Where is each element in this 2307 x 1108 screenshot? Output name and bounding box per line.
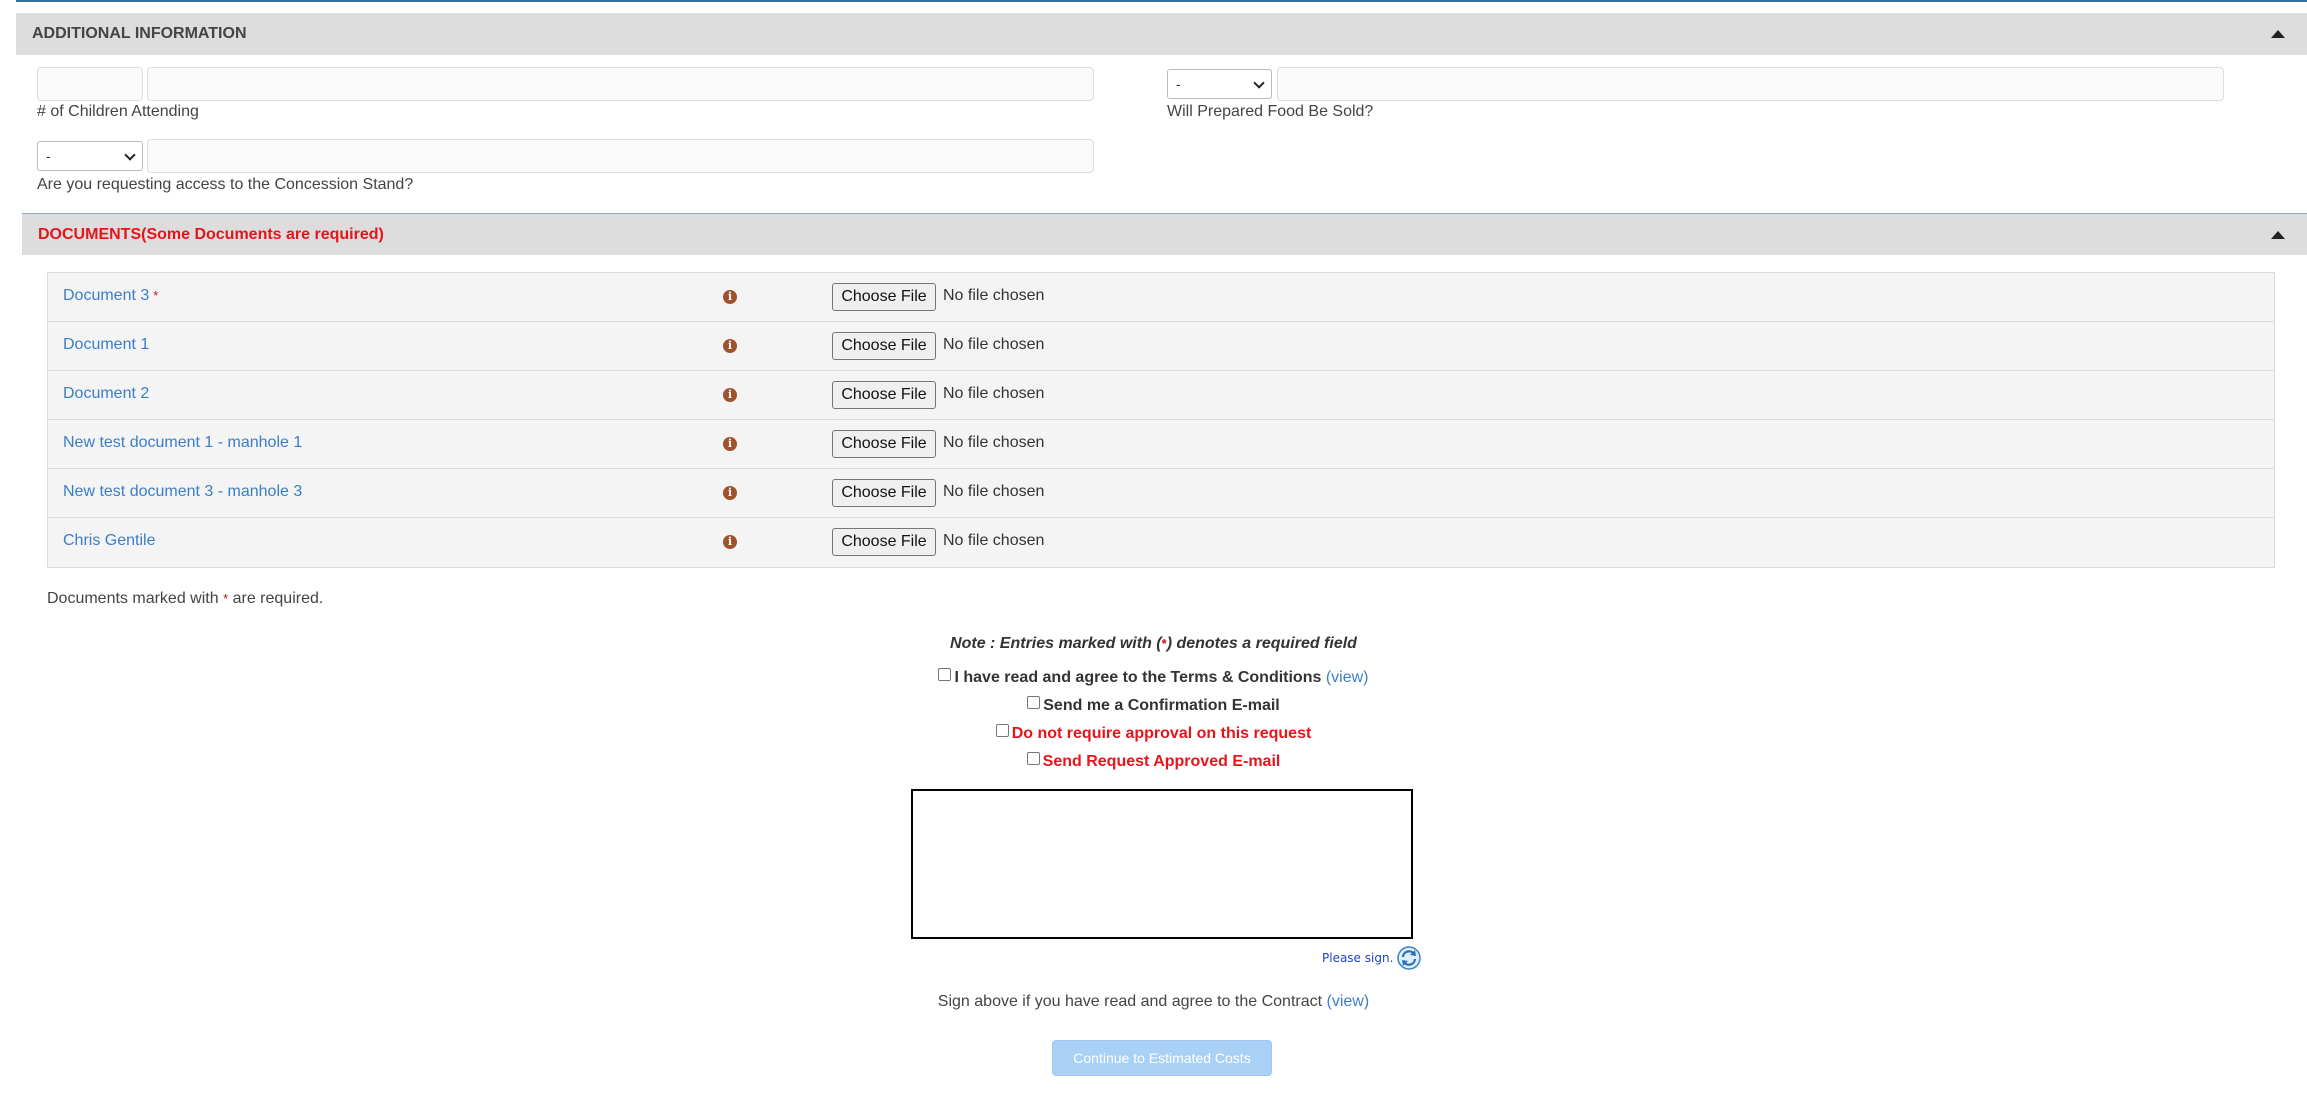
collapse-caret-icon[interactable] [2271, 30, 2285, 38]
file-status: No file chosen [943, 336, 1045, 353]
info-icon[interactable]: i [723, 486, 737, 500]
document-row: New test document 3 - manhole 3 i Choose… [48, 469, 2274, 518]
no-approval-row: Do not require approval on this request [0, 724, 2307, 743]
choose-file-button[interactable]: Choose File [832, 283, 936, 311]
info-icon[interactable]: i [723, 388, 737, 402]
document-row: Chris Gentile i Choose File No file chos… [48, 518, 2274, 567]
approved-email-row: Send Request Approved E-mail [0, 752, 2307, 771]
contract-view-link[interactable]: (view) [1327, 993, 1370, 1010]
documents-required-note: Documents marked with * are required. [47, 590, 324, 607]
collapse-caret-icon[interactable] [2271, 231, 2285, 239]
document-name[interactable]: New test document 3 - manhole 3 [63, 483, 302, 501]
prepared-food-label: Will Prepared Food Be Sold? [1167, 103, 1374, 120]
children-notes-input[interactable] [147, 67, 1094, 101]
terms-agree-label[interactable]: I have read and agree to the Terms & Con… [954, 669, 1321, 686]
no-approval-checkbox[interactable] [995, 724, 1009, 737]
chevron-down-icon [124, 149, 136, 161]
prepared-food-notes-input[interactable] [1277, 67, 2224, 101]
prepared-food-select[interactable]: - [1167, 69, 1272, 99]
children-count-input[interactable] [37, 67, 143, 101]
document-row: Document 3 * i Choose File No file chosen [48, 273, 2274, 322]
confirmation-email-checkbox[interactable] [1027, 696, 1041, 709]
document-name[interactable]: Document 2 [63, 385, 149, 403]
file-status: No file chosen [943, 287, 1045, 304]
info-icon[interactable]: i [723, 535, 737, 549]
document-name[interactable]: Document 3 * [63, 287, 158, 305]
concession-stand-value: - [46, 148, 51, 164]
concession-stand-select[interactable]: - [37, 141, 143, 171]
document-name[interactable]: Chris Gentile [63, 532, 155, 550]
concession-notes-input[interactable] [147, 139, 1094, 173]
documents-table: Document 3 * i Choose File No file chosen… [47, 272, 2275, 568]
choose-file-button[interactable]: Choose File [832, 479, 936, 507]
choose-file-button[interactable]: Choose File [832, 528, 936, 556]
documents-title: DOCUMENTS(Some Documents are required) [38, 225, 384, 243]
no-approval-label[interactable]: Do not require approval on this request [1012, 725, 1312, 742]
document-name[interactable]: Document 1 [63, 336, 149, 354]
choose-file-button[interactable]: Choose File [832, 381, 936, 409]
confirmation-email-label[interactable]: Send me a Confirmation E-mail [1043, 697, 1279, 714]
required-star-icon: * [153, 288, 159, 303]
info-icon[interactable]: i [723, 339, 737, 353]
choose-file-button[interactable]: Choose File [832, 430, 936, 458]
approved-email-label[interactable]: Send Request Approved E-mail [1043, 753, 1281, 770]
terms-agree-checkbox[interactable] [938, 668, 952, 681]
refresh-signature-icon[interactable] [1396, 945, 1422, 971]
prepared-food-value: - [1176, 76, 1181, 92]
additional-info-title: ADDITIONAL INFORMATION [32, 25, 247, 42]
document-row: New test document 1 - manhole 1 i Choose… [48, 420, 2274, 469]
sign-above-note: Sign above if you have read and agree to… [937, 993, 1370, 1010]
documents-header[interactable]: DOCUMENTS(Some Documents are required) [22, 213, 2307, 255]
required-star-icon: * [223, 591, 229, 606]
continue-to-estimated-costs-button[interactable]: Continue to Estimated Costs [1052, 1040, 1272, 1076]
concession-stand-label: Are you requesting access to the Concess… [37, 176, 414, 193]
file-status: No file chosen [943, 532, 1045, 549]
top-divider [16, 0, 2307, 2]
info-icon[interactable]: i [723, 437, 737, 451]
children-attending-label: # of Children Attending [37, 103, 199, 120]
please-sign-label: Please sign. [1322, 951, 1394, 965]
approved-email-checkbox[interactable] [1026, 752, 1040, 765]
file-status: No file chosen [943, 483, 1045, 500]
file-status: No file chosen [943, 385, 1045, 402]
document-name[interactable]: New test document 1 - manhole 1 [63, 434, 302, 452]
chevron-down-icon [1253, 77, 1265, 89]
document-row: Document 2 i Choose File No file chosen [48, 371, 2274, 420]
info-icon[interactable]: i [723, 290, 737, 304]
file-status: No file chosen [943, 434, 1045, 451]
choose-file-button[interactable]: Choose File [832, 332, 936, 360]
confirmation-email-row: Send me a Confirmation E-mail [0, 696, 2307, 715]
document-row: Document 1 i Choose File No file chosen [48, 322, 2274, 371]
additional-info-header[interactable]: ADDITIONAL INFORMATION [16, 13, 2307, 55]
terms-view-link[interactable]: (view) [1326, 669, 1369, 686]
signature-pad[interactable] [911, 789, 1413, 939]
required-field-note: Note : Entries marked with (*) denotes a… [950, 635, 1357, 652]
terms-agree-row: I have read and agree to the Terms & Con… [0, 668, 2307, 687]
